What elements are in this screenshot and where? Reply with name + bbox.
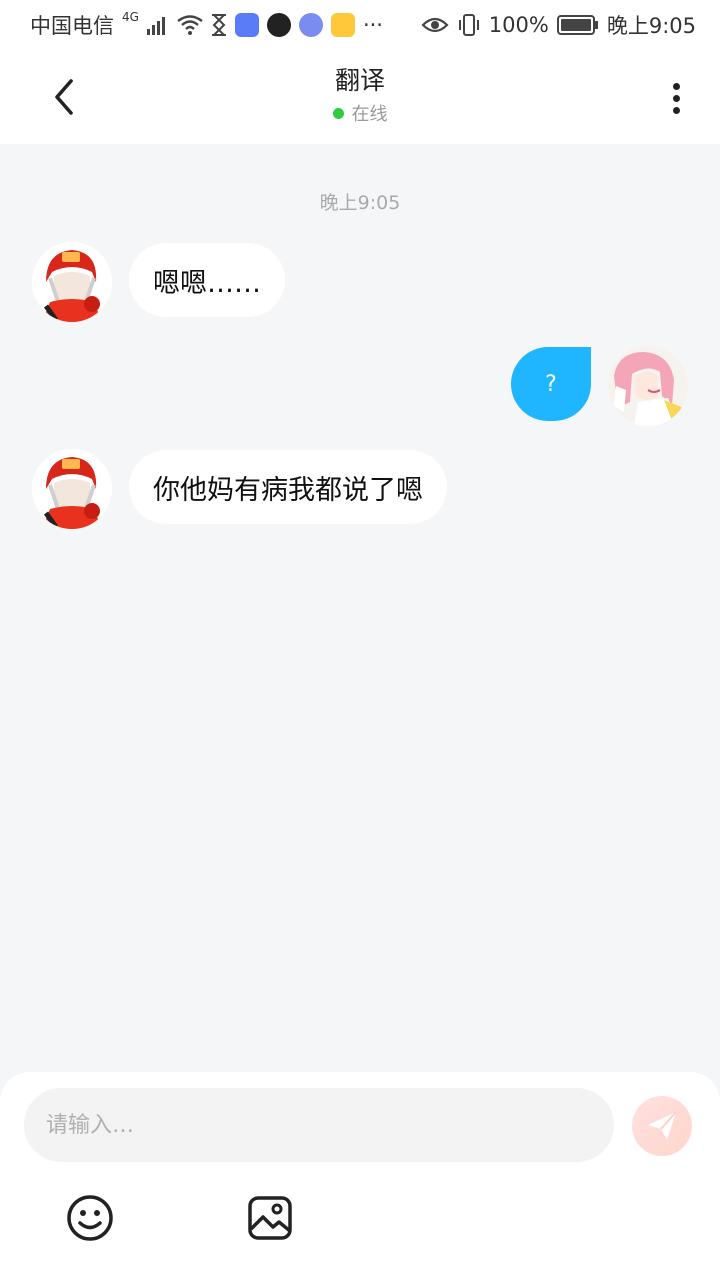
hourglass-icon	[211, 14, 226, 36]
more-options-button[interactable]	[664, 76, 688, 120]
message-list[interactable]: 晚上9:05 嗯嗯…… ? 你他妈有病我都说了嗯	[0, 144, 720, 1072]
title-block: 翻译 在线	[0, 64, 720, 126]
contact-avatar[interactable]	[32, 242, 112, 322]
chat-title: 翻译	[334, 66, 385, 95]
image-icon	[248, 1196, 292, 1240]
message-bubble-incoming[interactable]: 嗯嗯……	[129, 243, 285, 317]
status-bar-right: 100% 晚上9:05	[421, 10, 696, 40]
message-bubble-incoming[interactable]: 你他妈有病我都说了嗯	[129, 450, 447, 524]
message-input[interactable]	[24, 1088, 614, 1162]
more-vertical-icon-dot	[672, 106, 680, 114]
signal-icon	[146, 17, 165, 35]
battery-percent: 100%	[488, 13, 549, 37]
clock: 晚上9:05	[606, 14, 696, 38]
online-dot	[332, 107, 344, 119]
emoji-button[interactable]	[66, 1194, 114, 1242]
contact-avatar-image	[32, 449, 112, 529]
message-timestamp: 晚上9:05	[319, 192, 401, 214]
online-label: 在线	[351, 104, 388, 125]
status-bar-left: 中国电信 4G ···	[30, 10, 383, 40]
image-button[interactable]	[246, 1194, 294, 1242]
my-avatar-image	[608, 346, 688, 426]
gallery-app-icon	[330, 13, 355, 37]
battery-icon	[556, 15, 598, 35]
message-text: 你他妈有病我都说了嗯	[153, 474, 423, 506]
more-vertical-icon-dot	[672, 82, 680, 90]
carrier-label: 中国电信	[30, 14, 114, 38]
online-status: 在线	[0, 100, 720, 126]
more-vertical-icon-dot	[672, 94, 680, 102]
contact-avatar[interactable]	[32, 449, 112, 529]
contact-avatar-image	[32, 242, 112, 322]
wifi-icon	[177, 15, 203, 35]
message-text: ?	[545, 371, 557, 397]
send-button[interactable]	[632, 1096, 692, 1156]
my-avatar[interactable]	[608, 346, 688, 426]
status-bar: 中国电信 4G ··· 100% 晚上9:05	[0, 0, 720, 50]
study-app-icon	[234, 13, 259, 37]
emoji-icon	[67, 1195, 113, 1241]
vibrate-icon	[458, 14, 479, 36]
eye-icon	[421, 17, 449, 33]
more-notifications-icon: ···	[362, 13, 383, 37]
chat-header: 翻译 在线	[0, 50, 720, 144]
composer	[0, 1072, 720, 1280]
qq-icon	[266, 13, 291, 37]
music-app-icon	[298, 13, 323, 37]
message-text: 嗯嗯……	[153, 267, 261, 299]
send-icon	[648, 1111, 677, 1140]
message-bubble-outgoing[interactable]: ?	[511, 347, 591, 421]
network-type: 4G	[122, 10, 139, 24]
